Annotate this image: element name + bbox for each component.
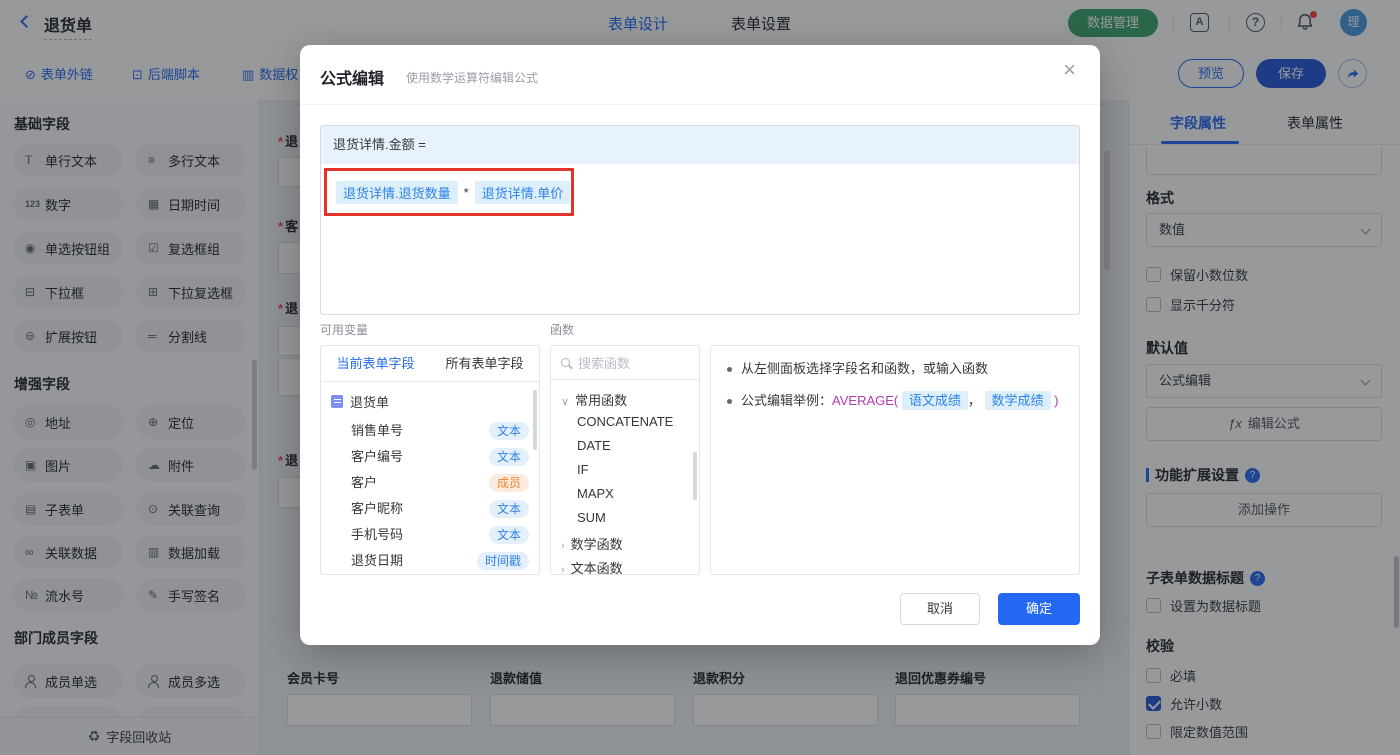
functions-section-label: 函数 xyxy=(550,323,575,337)
function-item[interactable]: CONCATENATE xyxy=(577,414,673,429)
variable-row[interactable]: 客户昵称 文本 xyxy=(351,496,529,522)
cancel-button[interactable]: 取消 xyxy=(900,593,980,625)
bullet-icon xyxy=(727,399,732,404)
tip-line: 从左侧面板选择字段名和函数，或输入函数 xyxy=(727,358,1063,380)
functions-panel: 搜索函数 ∨ 常用函数 CONCATENATE DATE IF MAPX SUM … xyxy=(550,345,700,575)
function-item[interactable]: MAPX xyxy=(577,486,614,501)
form-doc-icon xyxy=(331,395,343,408)
modal-title: 公式编辑 xyxy=(320,71,385,88)
example-field-chip: 数学成绩 xyxy=(984,391,1051,410)
tips-panel: 从左侧面板选择字段名和函数，或输入函数 公式编辑举例：AVERAGE( 语文成绩… xyxy=(710,345,1080,575)
functions-scrollbar[interactable] xyxy=(693,452,697,500)
variable-row[interactable]: 客户编号 文本 xyxy=(351,444,529,470)
type-badge: 文本 xyxy=(488,500,529,518)
tab-current-form-fields[interactable]: 当前表单字段 xyxy=(321,346,430,381)
variable-row[interactable]: 退货日期 时间戳 xyxy=(351,548,529,574)
chevron-right-icon: › xyxy=(561,540,565,552)
variable-row[interactable]: 手机号码 文本 xyxy=(351,522,529,548)
function-item[interactable]: IF xyxy=(577,462,589,477)
function-search[interactable]: 搜索函数 xyxy=(551,346,699,380)
function-group-text[interactable]: › 文本函数 xyxy=(561,558,623,575)
formula-operator: * xyxy=(463,184,469,200)
type-badge: 文本 xyxy=(488,526,529,544)
annotation-highlight-box: 退货详情.退货数量 * 退货详情.单价 xyxy=(324,168,574,216)
type-badge: 时间戳 xyxy=(476,552,529,570)
bullet-icon xyxy=(727,367,732,372)
tab-all-form-fields[interactable]: 所有表单字段 xyxy=(430,346,539,381)
variables-scrollbar[interactable] xyxy=(533,390,537,450)
variables-section-label: 可用变量 xyxy=(320,323,369,337)
modal-subtitle: 使用数学运算符编辑公式 xyxy=(406,71,539,85)
type-badge: 文本 xyxy=(488,422,529,440)
variables-tabs: 当前表单字段 所有表单字段 xyxy=(321,346,539,382)
type-badge: 成员 xyxy=(488,474,529,492)
function-group-math[interactable]: › 数学函数 xyxy=(561,534,623,553)
formula-field-chip[interactable]: 退货详情.单价 xyxy=(474,180,571,204)
variables-panel: 当前表单字段 所有表单字段 退货单 销售单号 文本 客户编号 文本 客户 成员 客户昵… xyxy=(320,345,540,575)
formula-editor[interactable]: 退货详情.金额 = 退货详情.退货数量 * 退货详情.单价 xyxy=(320,125,1080,315)
confirm-button[interactable]: 确定 xyxy=(998,593,1080,625)
search-placeholder: 搜索函数 xyxy=(578,356,631,371)
chevron-down-icon: ∨ xyxy=(561,396,570,408)
formula-editor-modal: 公式编辑 使用数学运算符编辑公式 × 退货详情.金额 = 退货详情.退货数量 *… xyxy=(300,45,1100,645)
variable-row[interactable]: 销售单号 文本 xyxy=(351,418,529,444)
formula-target: 退货详情.金额 = xyxy=(321,126,1079,164)
tip-example-line: 公式编辑举例：AVERAGE( 语文成绩， 数学成绩 ) xyxy=(727,390,1063,412)
function-item[interactable]: SUM xyxy=(577,510,606,525)
formula-field-chip[interactable]: 退货详情.退货数量 xyxy=(336,180,458,204)
divider xyxy=(300,104,1100,105)
function-group-common[interactable]: ∨ 常用函数 xyxy=(561,390,627,409)
function-item[interactable]: DATE xyxy=(577,438,611,453)
variables-tree-root[interactable]: 退货单 xyxy=(331,392,389,411)
example-field-chip: 语文成绩 xyxy=(901,391,968,410)
type-badge: 文本 xyxy=(488,448,529,466)
close-icon[interactable]: × xyxy=(1063,59,1076,81)
chevron-right-icon: › xyxy=(561,564,565,575)
search-icon xyxy=(561,358,570,367)
variable-row[interactable]: 客户 成员 xyxy=(351,470,529,496)
